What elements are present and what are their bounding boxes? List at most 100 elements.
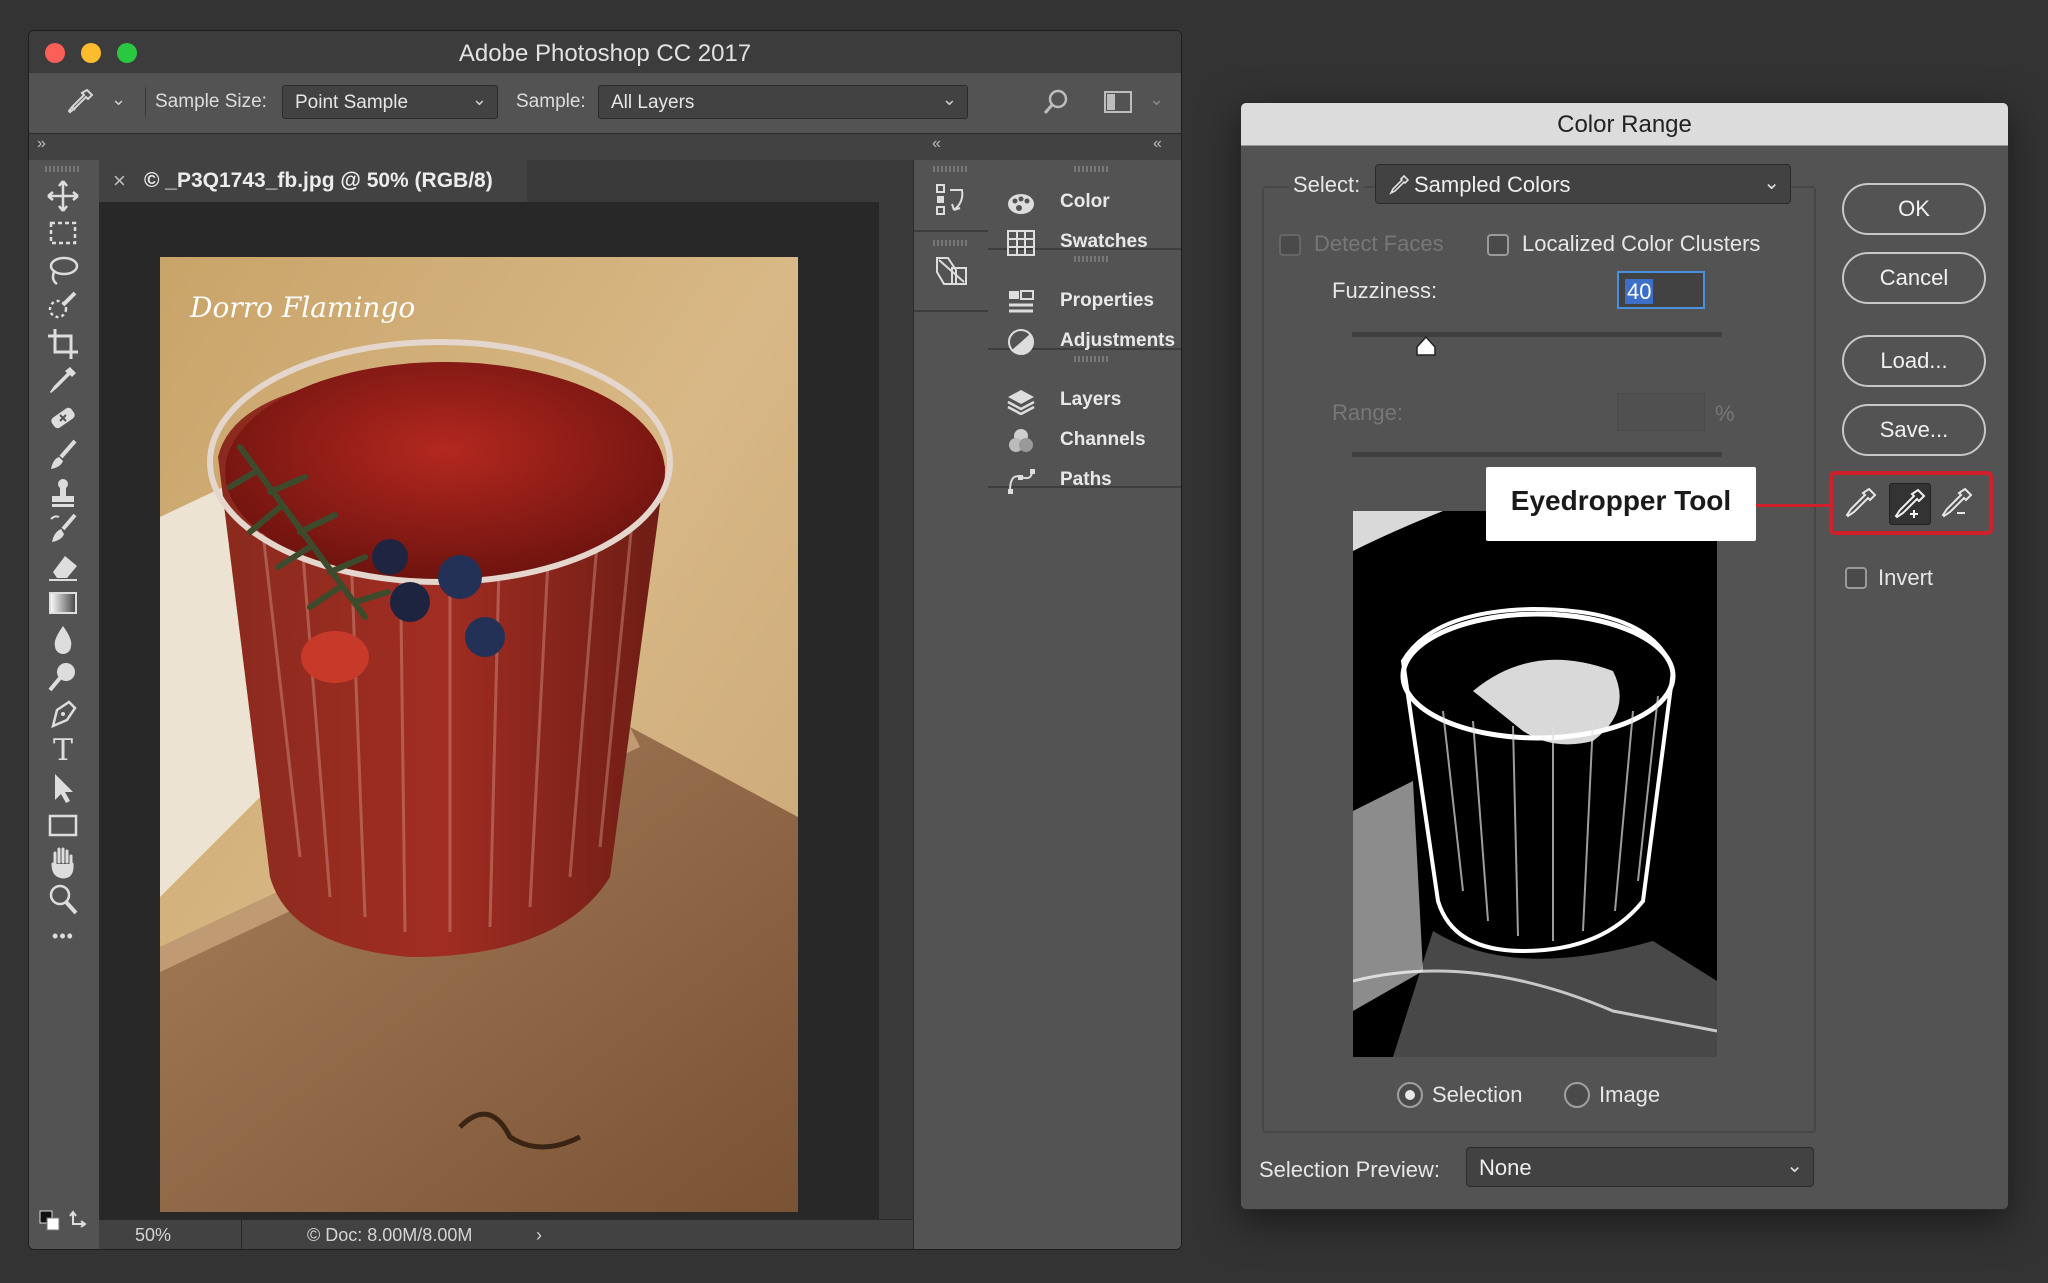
collapse-iconstrip-icon[interactable]: «	[932, 135, 941, 153]
selection-radio-label: Selection	[1432, 1082, 1523, 1107]
sample-size-select[interactable]: Point Sample ⌄	[282, 85, 498, 119]
fuzziness-slider-track[interactable]	[1352, 332, 1722, 337]
tool-preset-chevron-icon[interactable]: ⌄	[111, 89, 126, 110]
invert-label: Invert	[1878, 565, 1934, 590]
workspace-chevron-icon[interactable]: ⌄	[1149, 89, 1164, 110]
zoom-level[interactable]: 50%	[135, 1225, 171, 1246]
detect-faces-label: Detect Faces	[1314, 231, 1444, 256]
pen-icon[interactable]	[45, 696, 81, 732]
panel-label: Layers	[1060, 389, 1122, 410]
strip-grip[interactable]	[933, 166, 969, 172]
crop-icon[interactable]	[45, 326, 81, 362]
panel-label: Swatches	[1060, 231, 1148, 252]
eyedropper-subtract-icon[interactable]	[1937, 483, 1977, 523]
fuzziness-slider-thumb[interactable]	[1415, 335, 1437, 357]
move-icon[interactable]	[45, 178, 81, 214]
toolbar-grip[interactable]	[45, 166, 81, 172]
panel-label: Adjustments	[1060, 330, 1176, 351]
sample-select[interactable]: All Layers ⌄	[598, 85, 968, 119]
panel-grip[interactable]	[1074, 166, 1110, 172]
range-unit: %	[1715, 401, 1735, 426]
properties-alt-icon[interactable]	[934, 254, 970, 288]
adjustments-icon	[1006, 328, 1036, 356]
chevron-down-icon: ⌄	[1786, 1155, 1803, 1177]
sample-value: All Layers	[611, 92, 695, 113]
rectangle-icon[interactable]	[45, 807, 81, 843]
save-button[interactable]: Save...	[1842, 404, 1986, 456]
hand-icon[interactable]	[45, 844, 81, 880]
quick-selection-icon[interactable]	[45, 289, 81, 325]
color-range-dialog: Color Range Select: Sampled Colors ⌄ Det…	[1240, 102, 2009, 1210]
select-dropdown[interactable]: Sampled Colors ⌄	[1375, 164, 1791, 204]
tab-row	[527, 160, 913, 202]
healing-brush-icon[interactable]	[45, 400, 81, 436]
sample-size-value: Point Sample	[295, 92, 409, 113]
fuzziness-label: Fuzziness:	[1332, 278, 1438, 303]
lasso-icon[interactable]	[45, 252, 81, 288]
selection-preview-label: Selection Preview:	[1259, 1157, 1440, 1182]
eraser-icon[interactable]	[45, 548, 81, 584]
default-colors-icon[interactable]	[39, 1210, 61, 1232]
window-title: Adobe Photoshop CC 2017	[458, 40, 752, 67]
canvas-area[interactable]: Dorro Flamingo	[99, 202, 879, 1219]
eyedropper-add-icon[interactable]	[1889, 483, 1931, 525]
title-bar: Adobe Photoshop CC 2017	[29, 31, 1181, 73]
search-icon[interactable]	[1041, 87, 1071, 117]
radio-dot	[1405, 1090, 1415, 1100]
channels-icon	[1006, 427, 1036, 455]
eyedropper-callout: Eyedropper Tool	[1486, 467, 1756, 541]
marquee-icon[interactable]	[45, 215, 81, 251]
eyedropper-icon[interactable]	[1841, 483, 1881, 523]
collapse-panels-icon[interactable]: «	[1153, 135, 1162, 153]
more-tools-icon[interactable]: •••	[45, 918, 81, 954]
document-tab[interactable]: × © _P3Q1743_fb.jpg @ 50% (RGB/8)	[99, 160, 528, 202]
dodge-icon[interactable]	[45, 659, 81, 695]
swap-colors-icon[interactable]	[69, 1208, 91, 1230]
panel-collapse-row: » « «	[29, 134, 1181, 160]
fuzziness-value: 40	[1625, 279, 1654, 304]
image-radio[interactable]	[1564, 1082, 1590, 1108]
chevron-down-icon: ⌄	[941, 89, 957, 109]
close-tab-icon[interactable]: ×	[113, 168, 126, 194]
ok-button[interactable]: OK	[1842, 183, 1986, 235]
brush-icon[interactable]	[45, 437, 81, 473]
panel-icon-strip	[913, 160, 989, 1249]
localized-color-clusters-checkbox[interactable]	[1487, 234, 1509, 256]
history-brush-icon[interactable]	[45, 511, 81, 547]
workspace-icon[interactable]	[1103, 89, 1133, 115]
expand-toolbar-icon[interactable]: »	[37, 135, 46, 153]
history-icon[interactable]	[934, 182, 968, 216]
panel-item-swatches[interactable]: Swatches	[988, 218, 1181, 268]
panel-label: Properties	[1060, 290, 1154, 311]
eyedropper-icon[interactable]	[65, 87, 95, 117]
status-menu-arrow[interactable]: ›	[536, 1225, 542, 1246]
load-button[interactable]: Load...	[1842, 335, 1986, 387]
zoom-icon[interactable]	[45, 881, 81, 917]
vertical-scrollbar[interactable]	[879, 202, 913, 1219]
strip-grip[interactable]	[933, 240, 969, 246]
clone-stamp-icon[interactable]	[45, 474, 81, 510]
panel-item-adjustments[interactable]: Adjustments	[988, 317, 1181, 367]
path-selection-icon[interactable]	[45, 770, 81, 806]
signature-text: Dorro Flamingo	[189, 291, 415, 324]
panels: Color Swatches Properties Adjustments Layers…	[988, 160, 1181, 1249]
selection-radio[interactable]	[1397, 1082, 1423, 1108]
range-slider-track	[1352, 452, 1722, 457]
divider	[145, 87, 146, 117]
invert-checkbox[interactable]	[1845, 567, 1867, 589]
cancel-button[interactable]: Cancel	[1842, 252, 1986, 304]
selection-preview-dropdown[interactable]: None ⌄	[1466, 1147, 1814, 1187]
type-icon[interactable]: T	[45, 733, 81, 769]
blur-icon[interactable]	[45, 622, 81, 658]
detect-faces-checkbox[interactable]	[1279, 234, 1301, 256]
gradient-icon[interactable]	[45, 585, 81, 621]
eyedropper-icon[interactable]	[45, 363, 81, 399]
fuzziness-input[interactable]: 40	[1617, 271, 1705, 309]
divider	[241, 1220, 242, 1249]
panel-label: Channels	[1060, 429, 1146, 450]
layers-icon	[1006, 387, 1036, 415]
panel-item-paths[interactable]: Paths	[988, 456, 1181, 506]
photoshop-window: Adobe Photoshop CC 2017 ⌄ Sample Size: P…	[28, 30, 1182, 1250]
select-value: Sampled Colors	[1414, 172, 1571, 197]
sample-size-label: Sample Size:	[155, 91, 267, 112]
